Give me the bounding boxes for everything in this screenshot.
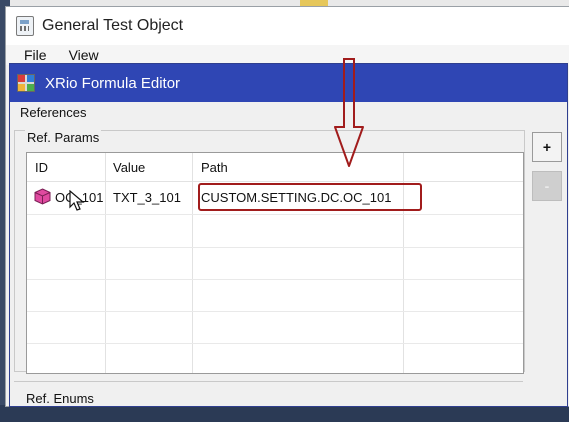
ref-enums-group: Ref. Enums bbox=[14, 381, 523, 422]
row-value-cell[interactable]: TXT_3_101 bbox=[113, 190, 181, 205]
editor-title: XRio Formula Editor bbox=[45, 74, 181, 92]
row-divider bbox=[27, 214, 523, 215]
ref-params-group: Ref. Params ID Value Path OC_101 TXT_3_1… bbox=[14, 130, 525, 374]
xrio-formula-editor-window: XRio Formula Editor References Ref. Para… bbox=[9, 63, 568, 407]
down-arrow-icon bbox=[334, 58, 364, 167]
remove-button[interactable]: - bbox=[532, 171, 562, 201]
references-label: References bbox=[20, 105, 87, 120]
column-header-id[interactable]: ID bbox=[35, 160, 48, 175]
add-button[interactable]: + bbox=[532, 132, 562, 162]
xrio-icon bbox=[17, 74, 35, 92]
back-window-title: General Test Object bbox=[42, 17, 184, 34]
cursor-icon bbox=[69, 190, 85, 211]
column-header-path[interactable]: Path bbox=[201, 160, 228, 175]
ref-params-label: Ref. Params bbox=[25, 130, 102, 145]
grid-header: ID Value Path bbox=[27, 153, 523, 182]
ref-params-grid[interactable]: ID Value Path OC_101 TXT_3_101 CUSTOM.SE… bbox=[26, 152, 524, 374]
menu-view[interactable]: View bbox=[69, 47, 99, 63]
menu-bar: File View bbox=[6, 45, 569, 65]
back-window-titlebar[interactable]: General Test Object bbox=[6, 7, 569, 46]
row-divider bbox=[27, 343, 523, 344]
app-icon bbox=[16, 16, 34, 36]
row-divider bbox=[27, 311, 523, 312]
row-divider bbox=[27, 247, 523, 248]
column-divider bbox=[105, 153, 106, 373]
column-divider bbox=[192, 153, 193, 373]
cube-icon bbox=[34, 188, 51, 205]
ref-enums-label: Ref. Enums bbox=[24, 391, 96, 406]
menu-file[interactable]: File bbox=[24, 47, 47, 63]
row-divider bbox=[27, 279, 523, 280]
editor-titlebar[interactable]: XRio Formula Editor bbox=[10, 64, 567, 102]
column-header-value[interactable]: Value bbox=[113, 160, 145, 175]
path-highlight-box bbox=[198, 183, 422, 211]
